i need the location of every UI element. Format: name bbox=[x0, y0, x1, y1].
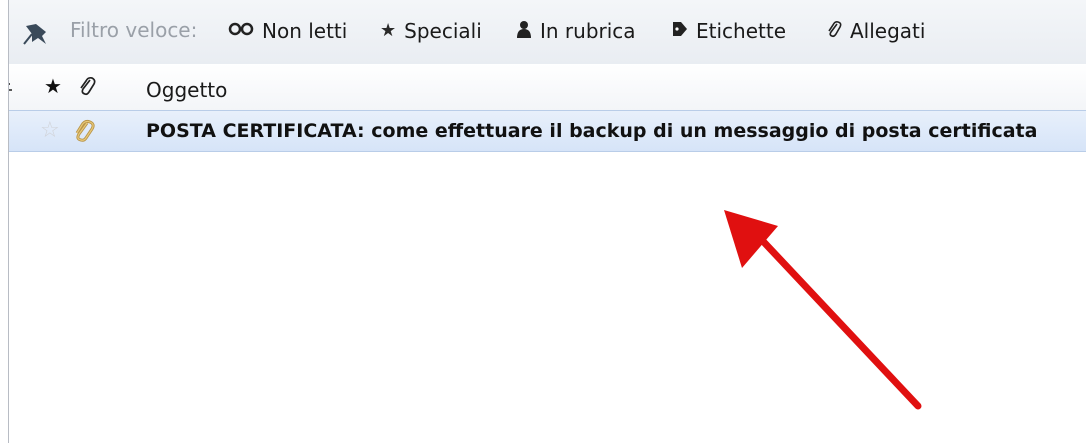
filter-starred-button[interactable]: ★ Speciali bbox=[380, 16, 482, 46]
pin-icon[interactable] bbox=[22, 22, 52, 46]
filter-contacts-label: In rubrica bbox=[540, 19, 636, 43]
filter-unread-label: Non letti bbox=[262, 19, 348, 43]
tag-icon bbox=[672, 21, 688, 41]
star-icon: ★ bbox=[380, 20, 397, 41]
quick-filter-label: Filtro veloce: bbox=[70, 18, 198, 42]
message-row[interactable]: ☆ POSTA CERTIFICATA: come effettuare il … bbox=[8, 110, 1086, 152]
quick-filter-bar: Filtro veloce: Non letti ★ Speciali In r… bbox=[0, 0, 1086, 65]
mail-window: Filtro veloce: Non letti ★ Speciali In r… bbox=[0, 0, 1086, 443]
paperclip-icon bbox=[826, 20, 842, 42]
unread-icon bbox=[228, 22, 254, 40]
filter-attachments-button[interactable]: Allegati bbox=[826, 16, 925, 46]
contact-icon bbox=[516, 20, 532, 42]
column-header: ★ Oggetto bbox=[0, 64, 1086, 111]
filter-unread-button[interactable]: Non letti bbox=[228, 16, 347, 46]
subject-column-label[interactable]: Oggetto bbox=[146, 78, 227, 102]
left-pane-border bbox=[0, 0, 9, 443]
filter-attachments-label: Allegati bbox=[850, 19, 926, 43]
attachment-column-icon[interactable] bbox=[78, 76, 96, 101]
filter-tags-button[interactable]: Etichette bbox=[672, 16, 786, 46]
message-subject: POSTA CERTIFICATA: come effettuare il ba… bbox=[146, 120, 1038, 142]
filter-starred-label: Speciali bbox=[404, 19, 482, 43]
star-toggle-icon[interactable]: ☆ bbox=[40, 118, 60, 143]
attachment-indicator-icon bbox=[73, 119, 95, 149]
star-column-icon[interactable]: ★ bbox=[44, 74, 62, 98]
filter-contacts-button[interactable]: In rubrica bbox=[516, 16, 636, 46]
filter-tags-label: Etichette bbox=[696, 19, 786, 43]
